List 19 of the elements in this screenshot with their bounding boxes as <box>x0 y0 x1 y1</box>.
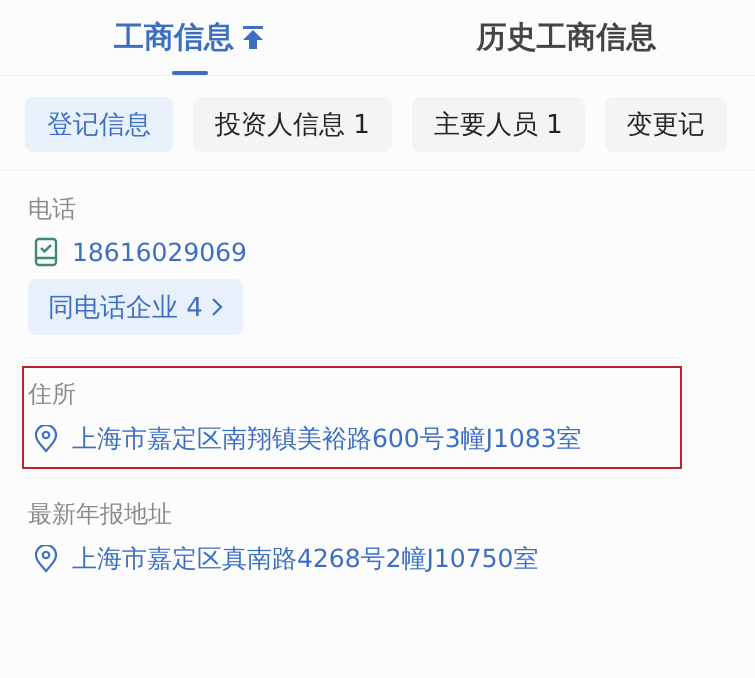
field-value[interactable]: 上海市嘉定区真南路4268号2幢J10750室 <box>72 542 538 575</box>
tab[interactable]: 历史工商信息 <box>378 0 755 75</box>
field-value[interactable]: 上海市嘉定区南翔镇美裕路600号3幢J1083室 <box>72 422 582 455</box>
phone-check-icon <box>34 237 58 267</box>
tab[interactable]: 工商信息 <box>0 0 378 75</box>
filter-chip[interactable]: 主要人员 1 <box>412 97 585 152</box>
tab-underline <box>172 71 208 75</box>
field-label: 住所 <box>28 379 76 410</box>
field-label: 电话 <box>28 194 76 225</box>
location-pin-icon <box>34 424 58 452</box>
arrow-up-icon <box>242 26 264 50</box>
field-label: 最新年报地址 <box>28 499 172 530</box>
filter-chip[interactable]: 变更记 <box>604 97 727 152</box>
chevron-right-icon <box>210 297 223 317</box>
related-companies-button[interactable]: 同电话企业 4 <box>28 279 243 335</box>
filter-chip[interactable]: 投资人信息 1 <box>193 97 392 152</box>
location-pin-icon <box>34 544 58 572</box>
filter-chip[interactable]: 登记信息 <box>25 97 173 152</box>
field-value[interactable]: 18616029069 <box>72 238 247 266</box>
